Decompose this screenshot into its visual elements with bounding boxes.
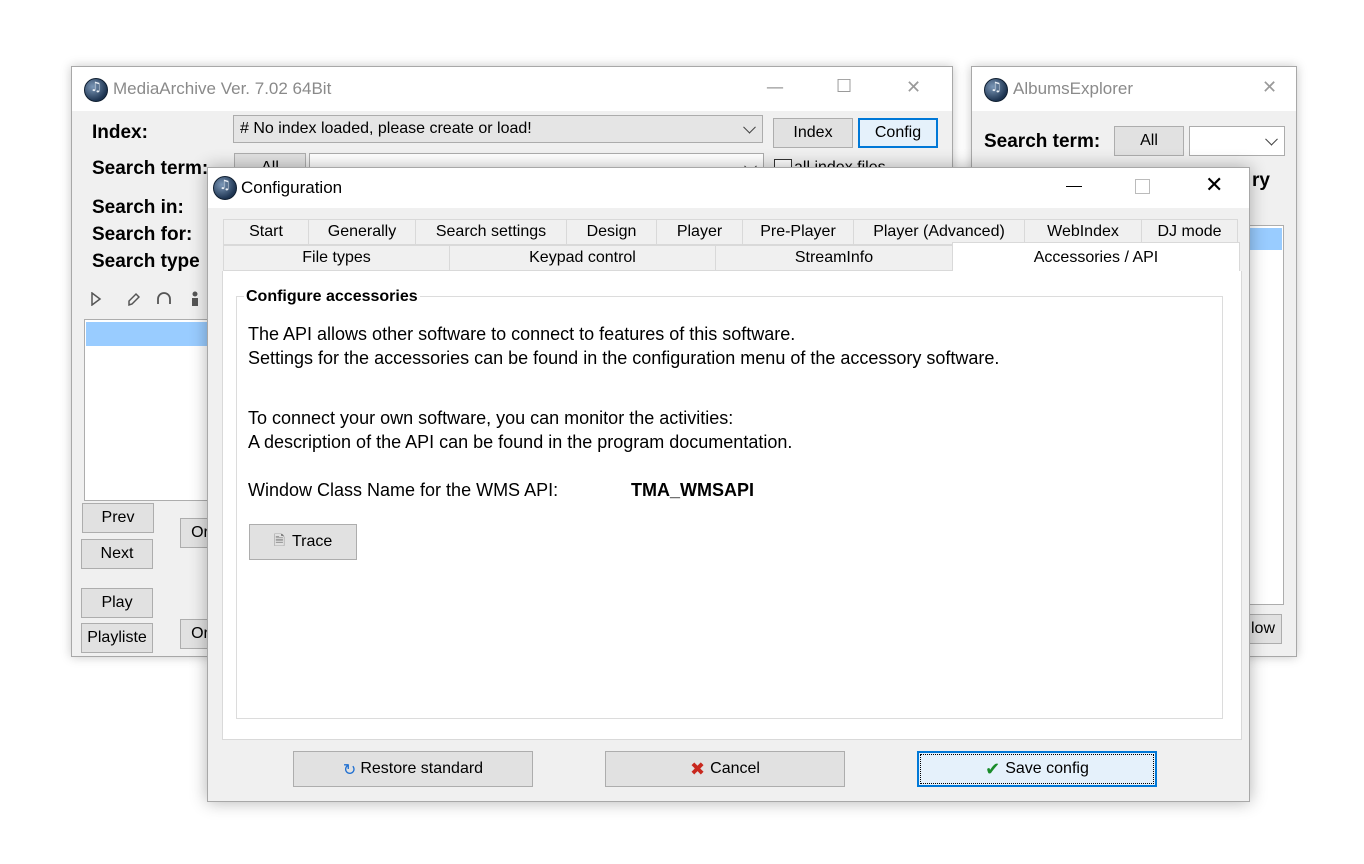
edit-icon[interactable] bbox=[126, 291, 140, 307]
window-title: MediaArchive Ver. 7.02 64Bit bbox=[113, 79, 332, 98]
chevron-down-icon bbox=[743, 120, 756, 134]
cancel-button[interactable]: ✖ Cancel bbox=[605, 751, 845, 787]
mediaarchive-titlebar[interactable]: MediaArchive Ver. 7.02 64Bit — ☐ ✕ bbox=[72, 67, 952, 111]
albums-list[interactable] bbox=[1244, 225, 1284, 605]
api-info-line-2: Settings for the accessories can be foun… bbox=[248, 348, 1000, 368]
albums-list-selected-row[interactable] bbox=[1246, 228, 1282, 250]
maximize-icon bbox=[1135, 179, 1150, 194]
restore-button-label: Restore standard bbox=[360, 760, 484, 777]
albumsexplorer-titlebar[interactable]: AlbumsExplorer ✕ bbox=[972, 67, 1296, 111]
search-in-label: Search in: bbox=[92, 197, 184, 218]
save-config-button[interactable]: ✔ Save config bbox=[917, 751, 1157, 787]
search-for-label: Search for: bbox=[92, 224, 193, 245]
config-button[interactable]: Config bbox=[858, 118, 938, 148]
document-icon: 🗎 bbox=[273, 533, 285, 549]
headphones-icon[interactable] bbox=[156, 291, 172, 307]
play-button[interactable]: Play bbox=[81, 588, 153, 618]
search-term-label: Search term: bbox=[984, 131, 1101, 152]
close-icon[interactable]: ✕ bbox=[1262, 77, 1277, 98]
tab-pre-player[interactable]: Pre-Player bbox=[742, 219, 854, 245]
tab-streaminfo[interactable]: StreamInfo bbox=[715, 245, 953, 271]
result-list[interactable] bbox=[84, 319, 211, 501]
save-button-label: Save config bbox=[1005, 760, 1089, 777]
group-title: Configure accessories bbox=[244, 288, 420, 306]
refresh-icon: ↻ bbox=[342, 759, 357, 779]
maximize-icon[interactable]: ☐ bbox=[836, 76, 852, 97]
search-term-label: Search term: bbox=[92, 158, 209, 179]
class-name-value: TMA_WMSAPI bbox=[631, 480, 754, 500]
tab-generally[interactable]: Generally bbox=[308, 219, 416, 245]
api-info-line-1: The API allows other software to connect… bbox=[248, 324, 796, 344]
tab-keypad-control[interactable]: Keypad control bbox=[449, 245, 716, 271]
next-button[interactable]: Next bbox=[81, 539, 153, 569]
search-type-label: Search type bbox=[92, 251, 200, 272]
tab-player[interactable]: Player bbox=[656, 219, 743, 245]
app-icon bbox=[984, 78, 1008, 102]
index-button[interactable]: Index bbox=[773, 118, 853, 148]
play-icon[interactable] bbox=[90, 292, 102, 306]
result-list-selected-row[interactable] bbox=[86, 322, 209, 346]
class-name-label: Window Class Name for the WMS API: bbox=[248, 480, 559, 500]
index-label: Index: bbox=[92, 122, 148, 143]
close-icon[interactable]: ✕ bbox=[906, 77, 921, 98]
tab-design[interactable]: Design bbox=[566, 219, 657, 245]
partial-label: ry bbox=[1252, 170, 1270, 191]
checkmark-icon: ✔ bbox=[985, 758, 1001, 780]
dialog-title: Configuration bbox=[241, 178, 343, 197]
api-info-line-3: To connect your own software, you can mo… bbox=[248, 408, 734, 428]
app-icon bbox=[213, 176, 237, 200]
minimize-icon[interactable]: — bbox=[766, 77, 784, 98]
search-term-select[interactable] bbox=[1189, 126, 1285, 156]
cancel-x-icon: ✖ bbox=[690, 758, 706, 780]
tab-file-types[interactable]: File types bbox=[223, 245, 450, 271]
config-titlebar[interactable]: Configuration ✕ bbox=[208, 168, 1249, 208]
tab-start[interactable]: Start bbox=[223, 219, 309, 245]
trace-button[interactable]: 🗎 Trace bbox=[249, 524, 357, 560]
window-title: AlbumsExplorer bbox=[1013, 79, 1133, 98]
restore-standard-button[interactable]: ↻ Restore standard bbox=[293, 751, 533, 787]
playlist-button[interactable]: Playliste bbox=[81, 623, 153, 653]
trace-button-label: Trace bbox=[291, 533, 333, 550]
close-icon[interactable]: ✕ bbox=[1205, 173, 1223, 198]
search-all-button[interactable]: All bbox=[1114, 126, 1184, 156]
app-icon bbox=[84, 78, 108, 102]
tab-search-settings[interactable]: Search settings bbox=[415, 219, 567, 245]
cancel-button-label: Cancel bbox=[710, 760, 760, 777]
prev-button[interactable]: Prev bbox=[82, 503, 154, 533]
person-icon[interactable] bbox=[190, 291, 200, 307]
api-info-line-4: A description of the API can be found in… bbox=[248, 432, 793, 452]
tab-accessories-api[interactable]: Accessories / API bbox=[952, 242, 1240, 272]
chevron-down-icon bbox=[1265, 132, 1278, 146]
index-select[interactable]: # No index loaded, please create or load… bbox=[233, 115, 763, 143]
minimize-icon[interactable] bbox=[1066, 186, 1082, 187]
index-select-value: # No index loaded, please create or load… bbox=[240, 120, 532, 137]
